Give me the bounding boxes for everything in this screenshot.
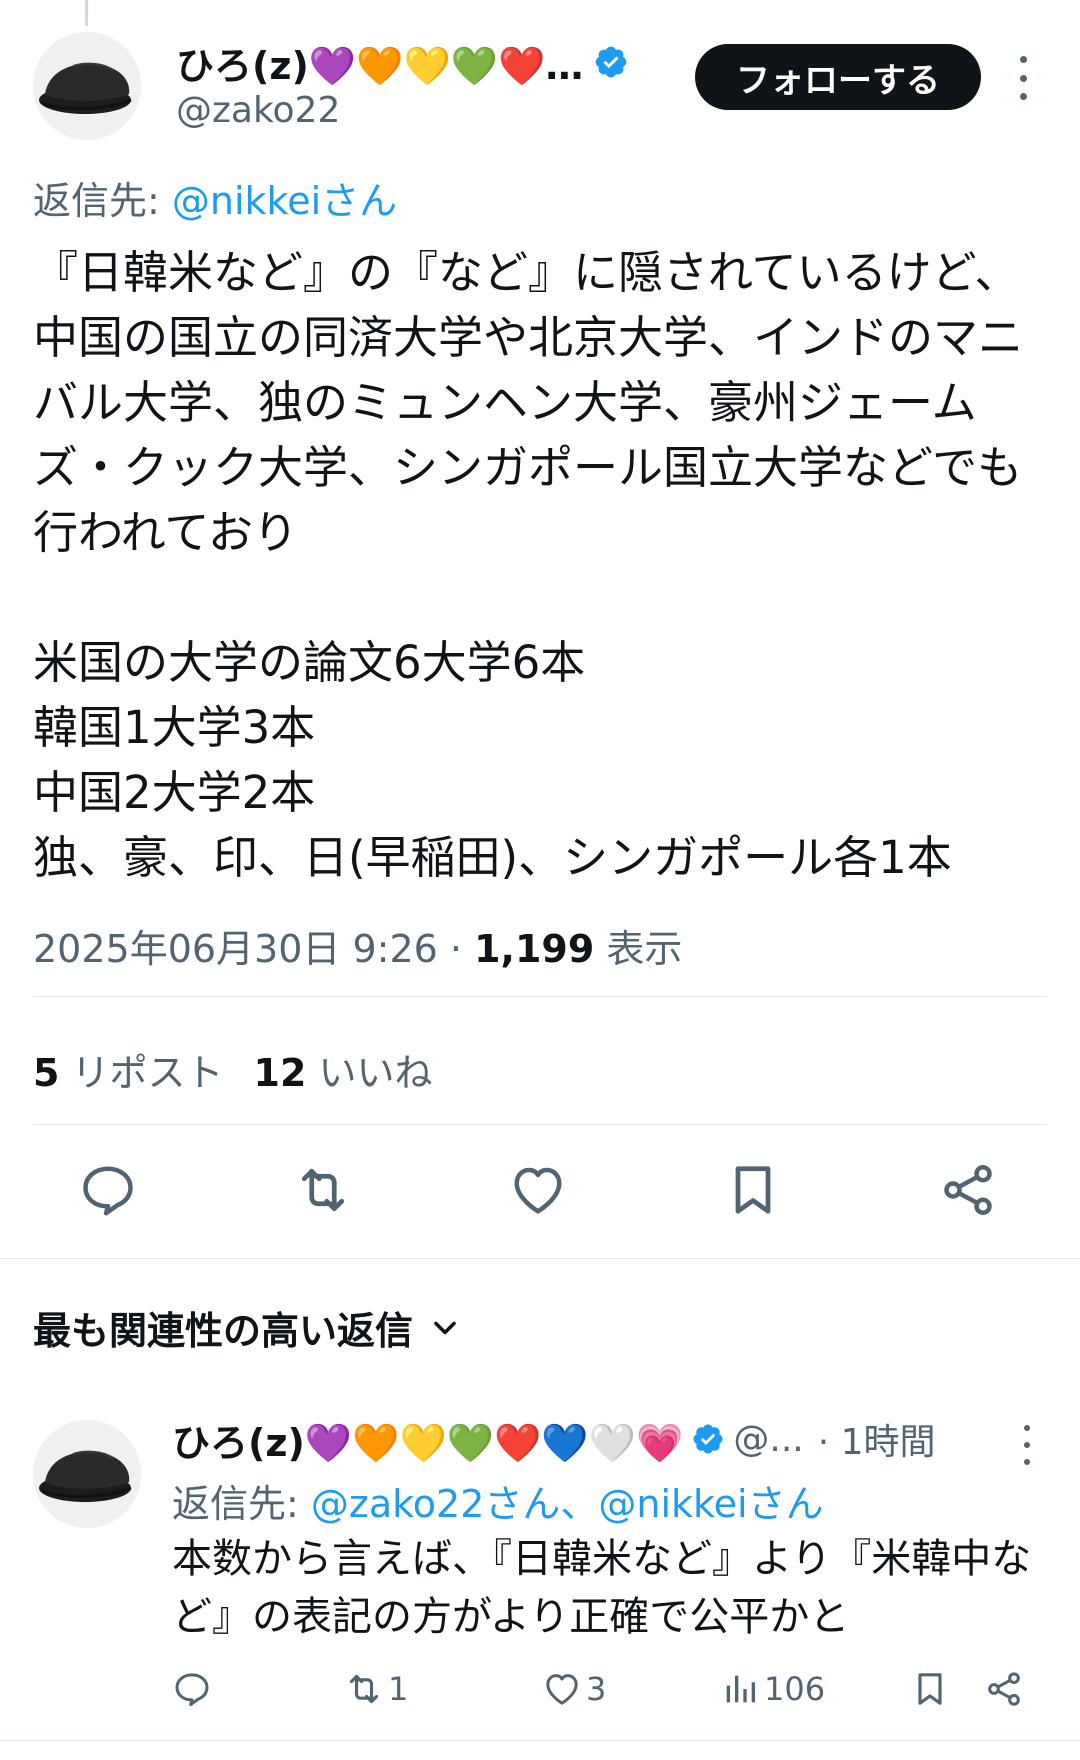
reply-text: 本数から言えば、『日韓米など』より『米韓中など』の表記の方がより正確で公平かと	[172, 1536, 1032, 1640]
reposts-label: リポスト	[59, 1051, 224, 1095]
likes-stat[interactable]: 12 いいね	[254, 1051, 433, 1095]
reply-sort-selector[interactable]: 最も関連性の高い返信	[33, 1300, 463, 1355]
like-icon	[546, 1674, 578, 1705]
repost-icon	[349, 1674, 379, 1704]
post-action-bar	[33, 1160, 1047, 1230]
reply-views-count: 106	[764, 1670, 826, 1708]
like-icon[interactable]	[508, 1160, 568, 1220]
reply-reply-button[interactable]	[172, 1664, 212, 1714]
follow-button[interactable]: フォローする	[695, 44, 981, 110]
post-text: 『日韓米など』の『など』に隠されているけど、中国の国立の同済大学や北京大学、イン…	[33, 246, 1024, 884]
reply-icon[interactable]	[78, 1160, 138, 1220]
reply-repost-count: 1	[388, 1670, 409, 1708]
repost-icon[interactable]	[293, 1160, 353, 1220]
reply-header: ひろ(z)💜🧡💛💚❤️💙🤍💗 @... · 1時間	[172, 1413, 936, 1465]
divider	[33, 996, 1047, 997]
reply-sort-label: 最も関連性の高い返信	[33, 1309, 414, 1353]
reply-share-button[interactable]	[984, 1664, 1024, 1714]
reply-to-line: 返信先: @nikkeiさん	[33, 170, 397, 225]
reply-to-mention[interactable]: @nikkeiさん	[172, 179, 397, 223]
reply-like-button[interactable]: 3	[542, 1664, 606, 1714]
reply-icon	[175, 1673, 209, 1706]
reply-display-name[interactable]: ひろ(z)💜🧡💛💚❤️💙🤍💗	[172, 1412, 683, 1467]
author-display-name[interactable]: ひろ(z)💜🧡💛💚❤️…	[176, 35, 583, 90]
verified-badge-icon[interactable]	[593, 44, 629, 80]
likes-label: いいね	[306, 1051, 433, 1095]
reposts-stat[interactable]: 5 リポスト	[33, 1051, 224, 1095]
verified-badge-icon[interactable]	[691, 1422, 725, 1456]
views-icon	[726, 1675, 755, 1703]
reply-reply-to-prefix: 返信先:	[172, 1482, 311, 1526]
reply-to-prefix: 返信先:	[33, 179, 172, 223]
post-timestamp[interactable]: 2025年06月30日 9:26	[33, 927, 438, 971]
reply-reply-to-mentions[interactable]: @zako22さん、@nikkeiさん	[311, 1482, 824, 1526]
views-count: 1,199	[474, 927, 595, 971]
share-icon	[988, 1672, 1020, 1706]
bookmark-icon	[918, 1673, 942, 1705]
likes-count: 12	[253, 1051, 307, 1095]
reply-views-button[interactable]: 106	[720, 1664, 825, 1714]
thread-connector-line	[85, 0, 88, 26]
more-icon[interactable]	[1013, 56, 1033, 100]
views-label: 表示	[594, 927, 683, 971]
reply-handle[interactable]: @...	[733, 1419, 803, 1460]
reply-repost-button[interactable]: 1	[344, 1664, 408, 1714]
chevron-down-icon	[434, 1321, 456, 1334]
post-meta: 2025年06月30日 9:26 · 1,199 表示	[33, 918, 682, 973]
reply-bookmark-button[interactable]	[910, 1664, 950, 1714]
engagement-stats: 5 リポスト 12 いいね	[33, 1042, 433, 1097]
reply-action-bar: 1 3 106	[172, 1664, 1052, 1714]
bookmark-icon[interactable]	[723, 1160, 783, 1220]
avatar[interactable]	[33, 32, 141, 140]
post-header: ひろ(z)💜🧡💛💚❤️… @zako22 フォローする	[33, 32, 1047, 144]
section-divider	[0, 1740, 1080, 1741]
reply-reply-to-line: 返信先: @zako22さん、@nikkeiさん	[172, 1473, 824, 1528]
reply-like-count: 3	[586, 1670, 607, 1708]
section-divider	[0, 1258, 1080, 1259]
divider	[33, 1124, 1047, 1125]
reply-avatar[interactable]	[33, 1420, 141, 1528]
author-handle[interactable]: @zako22	[176, 90, 629, 131]
reply-more-icon[interactable]	[1017, 1425, 1037, 1465]
share-icon[interactable]	[938, 1160, 998, 1220]
meta-separator: ·	[437, 927, 475, 971]
reposts-count: 5	[33, 1051, 60, 1095]
reply-time[interactable]: · 1時間	[818, 1413, 936, 1465]
